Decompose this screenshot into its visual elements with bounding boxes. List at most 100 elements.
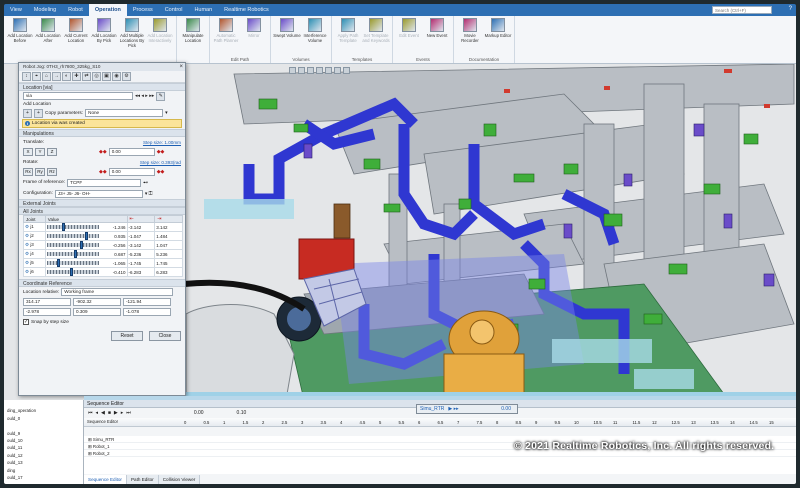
help-icon[interactable]: ?	[789, 6, 792, 12]
automatic-path-planner-button[interactable]: Automatic Path Planner	[212, 18, 240, 43]
location-field[interactable]: via	[23, 92, 133, 100]
coord-rx[interactable]: -2.978	[23, 308, 71, 316]
tree-item[interactable]	[4, 400, 83, 407]
tab-process[interactable]: Process	[127, 4, 159, 16]
expand-icon[interactable]: ⊞	[88, 437, 92, 442]
close-icon[interactable]: ×	[179, 63, 183, 71]
increase-icon[interactable]: ◆◆	[157, 149, 165, 155]
manipulations-section[interactable]: Manipulations	[19, 129, 185, 137]
axis-z-button[interactable]: Z	[47, 148, 57, 156]
translate-value[interactable]: 0.00	[108, 148, 155, 156]
rotate-step-link[interactable]: Step size: 0.393(rad	[140, 160, 181, 165]
joint-value[interactable]: -1.246	[113, 225, 126, 230]
tree-item[interactable]: ould_11	[4, 444, 83, 451]
play-back-icon[interactable]: ◀	[101, 410, 105, 416]
tab-robot[interactable]: Robot	[62, 4, 89, 16]
rotate-decrease-icon[interactable]: ◆◆	[99, 169, 107, 175]
frame-select[interactable]: TCPF	[67, 178, 142, 187]
markup-editor-button[interactable]: Markup Editor	[484, 18, 512, 38]
add-location-by-pick-button[interactable]: Add Location By Pick	[90, 18, 118, 43]
reach-icon[interactable]: ◎	[92, 72, 101, 81]
location-relative-select[interactable]: Working frame	[61, 288, 174, 296]
tree-item[interactable]: ould_17	[4, 474, 83, 481]
external-joints-section[interactable]: External Joints	[19, 199, 185, 207]
slider-knob[interactable]	[61, 223, 65, 231]
frame-pick-icon[interactable]: ⌖▾	[143, 180, 148, 186]
mirror-button[interactable]: Mirror	[240, 18, 268, 38]
teach-icon[interactable]: ✚	[72, 72, 81, 81]
time-value[interactable]: 0.00	[194, 410, 204, 416]
search-input[interactable]: Search (Ctrl+F)	[712, 6, 772, 14]
apply-path-template-button[interactable]: Apply Path Template	[334, 18, 362, 43]
follow-icon[interactable]: →	[52, 72, 61, 81]
axis-x-button[interactable]: X	[23, 148, 33, 156]
expand-icon[interactable]: ⊞	[88, 444, 92, 449]
tab-modeling[interactable]: Modeling	[28, 4, 62, 16]
joint-value-cell[interactable]: -0.256	[44, 240, 128, 250]
tree-item[interactable]: ould_12	[4, 452, 83, 459]
expand-icon[interactable]: ⊞	[88, 451, 92, 456]
joint-value[interactable]: 0.687	[114, 252, 125, 257]
coord-x[interactable]: 314.17	[23, 298, 71, 306]
view-icon[interactable]	[289, 67, 296, 74]
zoom-icon[interactable]	[307, 67, 314, 74]
tab-sequence-editor[interactable]: Sequence Editor	[84, 475, 127, 484]
all-joints-section[interactable]: All Joints	[19, 207, 185, 215]
tree-item[interactable]: ould_13	[4, 459, 83, 466]
joint-value[interactable]: -0.410	[113, 270, 126, 275]
coord-y[interactable]: -902.32	[73, 298, 121, 306]
add-multiple-locations-by-pick-button[interactable]: Add Multiple Locations By Pick	[118, 18, 146, 48]
tree-item[interactable]: ould_0	[4, 415, 83, 422]
snap-icon[interactable]	[334, 67, 341, 74]
tree-item[interactable]: ould_9	[4, 430, 83, 437]
coordinate-section[interactable]: Coordinate Reference	[19, 279, 185, 287]
coord-rz[interactable]: -1.078	[123, 308, 171, 316]
copy-params-select[interactable]: None	[85, 109, 164, 117]
fit-icon[interactable]	[316, 67, 323, 74]
add-location-after-button[interactable]: Add Location After	[34, 18, 62, 43]
tree-item[interactable]	[4, 422, 83, 429]
swept-volume-button[interactable]: Swept Volume	[273, 18, 301, 38]
chevron-down-icon[interactable]: ▾	[165, 111, 167, 116]
snap-tool-icon[interactable]: ⌖	[32, 72, 41, 81]
joint-slider[interactable]	[46, 259, 99, 267]
sim-play-icon[interactable]: ▶ ▸▸	[448, 405, 458, 413]
select-icon[interactable]	[298, 67, 305, 74]
slider-knob[interactable]	[56, 259, 60, 267]
rotate-increase-icon[interactable]: ◆◆	[157, 169, 165, 175]
new-event-button[interactable]: New Event	[423, 18, 451, 38]
slider-knob[interactable]	[73, 250, 77, 258]
play-icon[interactable]: ▶	[114, 410, 118, 416]
tree-item[interactable]: ding_operation	[4, 407, 83, 414]
add-after-icon[interactable]: +	[34, 108, 43, 118]
stop-icon[interactable]: ■	[108, 410, 111, 416]
joint-value-cell[interactable]: 0.935	[44, 231, 128, 241]
render-icon[interactable]	[325, 67, 332, 74]
joint-slider[interactable]	[46, 232, 99, 240]
axis-y-button[interactable]: Y	[35, 148, 45, 156]
axis-rz-button[interactable]: Rz	[47, 168, 57, 176]
forward-end-icon[interactable]: ⏭	[126, 410, 131, 416]
camera-icon[interactable]: ◉	[112, 72, 121, 81]
coord-z[interactable]: -121.94	[123, 298, 171, 306]
pick-location-icon[interactable]: ✎	[156, 91, 166, 101]
joint-slider[interactable]	[46, 241, 99, 249]
location-section[interactable]: Location [via]	[19, 83, 185, 91]
jog-tool-icon[interactable]: ↕	[22, 72, 31, 81]
joint-value[interactable]: 0.935	[114, 234, 125, 239]
home-icon[interactable]: ⌂	[42, 72, 51, 81]
step-value[interactable]: 0.10	[237, 410, 247, 416]
rewind-icon[interactable]: ⏮	[88, 410, 93, 416]
measure-icon[interactable]	[343, 67, 350, 74]
simulation-bar[interactable]: Simu_RTR ▶ ▸▸ 0.00	[416, 404, 518, 414]
rotate-value[interactable]: 0.00	[108, 168, 155, 176]
tab-collision-viewer[interactable]: Collision Viewer	[158, 475, 201, 484]
location-nav-icon[interactable]: ◂◂ ◂ ▸ ▸▸	[135, 93, 154, 99]
reset-button[interactable]: Reset	[111, 331, 143, 341]
joint-value-cell[interactable]: -1.246	[44, 222, 128, 232]
axis-ry-button[interactable]: Ry	[35, 168, 45, 176]
add-current-location-button[interactable]: Add Current Location	[62, 18, 90, 43]
settings-icon[interactable]: ⚙	[122, 72, 131, 81]
add-location-interactively-button[interactable]: Add Location Interactively	[146, 18, 174, 43]
add-before-icon[interactable]: +	[23, 108, 32, 118]
